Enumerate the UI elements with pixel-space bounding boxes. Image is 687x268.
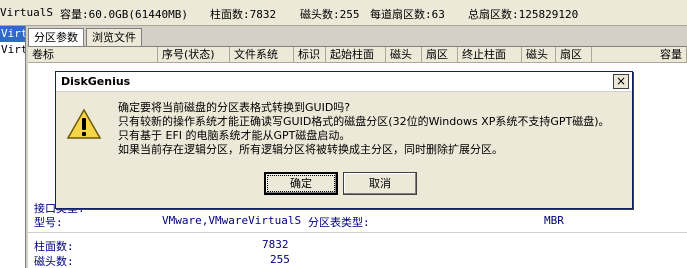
tree-item-disk[interactable]: VirtualS — [0, 26, 25, 42]
column-header-filesystem[interactable]: 文件系统 — [230, 47, 294, 62]
disk-tree[interactable]: VirtualS VirtualS — [0, 26, 26, 268]
heads-label: 磁头数: — [34, 255, 74, 268]
column-header-start-cylinder[interactable]: 起始柱面 — [326, 47, 386, 62]
convert-to-guid-dialog: DiskGenius × 确定要将当前磁盘的分区表格式转换到GUID吗? 只有较… — [55, 71, 633, 209]
disk-cylinders: 柱面数:7832 — [210, 8, 277, 21]
disk-sectors-per-track: 每道扇区数:63 — [370, 8, 445, 21]
column-header-start-sector[interactable]: 扇区 — [422, 47, 458, 62]
dialog-titlebar[interactable]: DiskGenius × — [56, 72, 632, 92]
disk-capacity: 容量:60.0GB(61440MB) — [60, 8, 188, 21]
disk-heads: 磁头数:255 — [300, 8, 360, 21]
column-header-id[interactable]: 标识 — [294, 47, 326, 62]
model-value: VMware,VMwareVirtualS — [162, 214, 302, 227]
column-header-end-sector[interactable]: 扇区 — [556, 47, 592, 62]
details-divider — [28, 232, 687, 233]
column-header-label[interactable]: 卷标 — [28, 47, 158, 62]
partition-table-type-value: MBR — [544, 214, 564, 227]
message-line: 只有较新的操作系统才能正确读写GUID格式的磁盘分区(32位的Windows X… — [118, 115, 610, 128]
warning-icon — [66, 108, 102, 140]
message-line: 如果当前存在逻辑分区，所有逻辑分区将被转换成主分区，同时删除扩展分区。 — [118, 143, 503, 156]
cylinders-label: 柱面数: — [34, 240, 74, 253]
tab-browse-files[interactable]: 浏览文件 — [86, 28, 142, 46]
column-header-index[interactable]: 序号(状态) — [158, 47, 230, 62]
tab-bar: 分区参数 浏览文件 — [28, 28, 144, 47]
dialog-message: 确定要将当前磁盘的分区表格式转换到GUID吗? 只有较新的操作系统才能正确读写G… — [118, 101, 610, 157]
disk-total-sectors: 总扇区数:125829120 — [468, 8, 579, 21]
cylinders-value: 7832 — [262, 238, 289, 251]
disk-name: VirtualS — [0, 6, 53, 19]
partition-table-header: 卷标 序号(状态) 文件系统 标识 起始柱面 磁头 扇区 终止柱面 磁头 扇区 … — [28, 47, 687, 63]
close-icon: × — [615, 74, 627, 88]
message-line: 确定要将当前磁盘的分区表格式转换到GUID吗? — [118, 101, 351, 114]
ok-button[interactable]: 确定 — [264, 172, 338, 195]
column-header-end-cylinder[interactable]: 终止柱面 — [458, 47, 522, 62]
tree-item-disk[interactable]: VirtualS — [0, 42, 25, 58]
disk-info-bar: VirtualS 容量:60.0GB(61440MB) 柱面数:7832 磁头数… — [0, 0, 687, 26]
partition-table-type-label: 分区表类型: — [308, 216, 370, 229]
column-header-capacity[interactable]: 容量 — [592, 47, 687, 62]
column-header-start-head[interactable]: 磁头 — [386, 47, 422, 62]
column-header-end-head[interactable]: 磁头 — [522, 47, 556, 62]
message-line: 只有基于 EFI 的电脑系统才能从GPT磁盘启动。 — [118, 129, 351, 142]
tab-partition-params[interactable]: 分区参数 — [28, 28, 84, 47]
model-label: 型号: — [34, 216, 63, 229]
cancel-button[interactable]: 取消 — [343, 172, 417, 195]
heads-value: 255 — [270, 253, 290, 266]
close-button[interactable]: × — [613, 74, 629, 89]
dialog-title: DiskGenius — [61, 75, 131, 88]
